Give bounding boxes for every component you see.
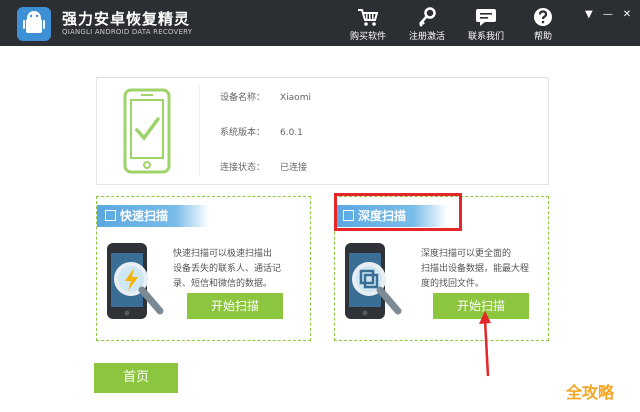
panel-divider [199,86,200,176]
connected-phone-icon [123,88,171,178]
system-version-row: 系统版本： 6.0.1 [220,125,303,138]
quick-scan-description-line: 录、短信和微信的数据。 [173,279,273,289]
connection-status-row: 连接状态： 已连接 [220,160,307,173]
buy-software-label: 购买软件 [349,32,386,42]
system-version-value: 6.0.1 [280,128,303,138]
window-controls: ▼ — ✕ [582,2,634,20]
connection-status-value: 已连接 [280,163,308,173]
key-icon [401,7,453,27]
help-button[interactable]: 帮助 [517,7,569,43]
deep-scan-tab[interactable]: 深度扫描 [335,205,447,227]
deep-scan-description: 深度扫描可以更全面的 扫描出设备数据，能最大程 度的找回文件。 [421,247,529,292]
title-bar: 强力安卓恢复精灵 QIANGLI ANDROID DATA RECOVERY 购… [0,0,640,46]
red-arrow-annotation [478,310,494,382]
quick-scan-title: 快速扫描 [120,209,169,223]
connection-status-label: 连接状态： [220,163,266,173]
chat-icon [460,7,512,27]
device-name-value: Xiaomi [280,93,311,103]
deep-scan-card: 深度扫描 深度扫描可以更全面的 扫描出设备数据，能最大程 度的找回文件。 开始扫… [334,196,549,341]
quick-scan-start-button[interactable]: 开始扫描 [187,293,283,319]
close-button[interactable]: ✕ [620,9,634,21]
cart-icon [342,7,394,27]
device-name-row: 设备名称： Xiaomi [220,90,311,103]
app-title: 强力安卓恢复精灵 [62,10,191,28]
quick-scan-description-line: 快速扫描可以极速扫描出 [173,249,273,259]
system-version-label: 系统版本： [220,128,266,138]
device-name-label: 设备名称： [220,93,266,103]
quick-scan-description: 快速扫描可以极速扫描出 设备丢失的联系人、通话记 录、短信和微信的数据。 [173,247,281,292]
home-button[interactable]: 首页 [94,363,178,393]
contact-us-button[interactable]: 联系我们 [460,7,512,43]
help-label: 帮助 [533,32,552,42]
deep-scan-description-line: 度的找回文件。 [421,279,485,289]
quick-scan-tab-icon [105,210,116,221]
contact-us-label: 联系我们 [467,32,504,42]
quick-scan-tab[interactable]: 快速扫描 [97,205,209,227]
minimize-button[interactable]: — [601,9,615,21]
deep-scan-tab-icon [343,210,354,221]
buy-software-button[interactable]: 购买软件 [342,7,394,43]
register-activate-button[interactable]: 注册激活 [401,7,453,43]
menu-dropdown-button[interactable]: ▼ [582,9,596,21]
deep-scan-phone-icon [343,241,405,327]
device-info-panel: 设备名称： Xiaomi 系统版本： 6.0.1 连接状态： 已连接 [96,77,549,185]
quick-scan-card: 快速扫描 快速扫描可以极速扫描出 设备丢失的联系人、通话记 录、短信和微信的数据… [96,196,311,341]
quick-scan-description-line: 设备丢失的联系人、通话记 [173,264,282,274]
watermark-text: 全攻略 [566,383,615,402]
deep-scan-title: 深度扫描 [358,209,407,223]
register-activate-label: 注册激活 [408,32,445,42]
app-logo-icon [17,7,51,41]
quick-scan-phone-icon [105,241,167,327]
app-subtitle: QIANGLI ANDROID DATA RECOVERY [62,28,193,36]
deep-scan-description-line: 扫描出设备数据，能最大程 [421,264,530,274]
deep-scan-description-line: 深度扫描可以更全面的 [421,249,512,259]
help-icon [517,7,569,27]
